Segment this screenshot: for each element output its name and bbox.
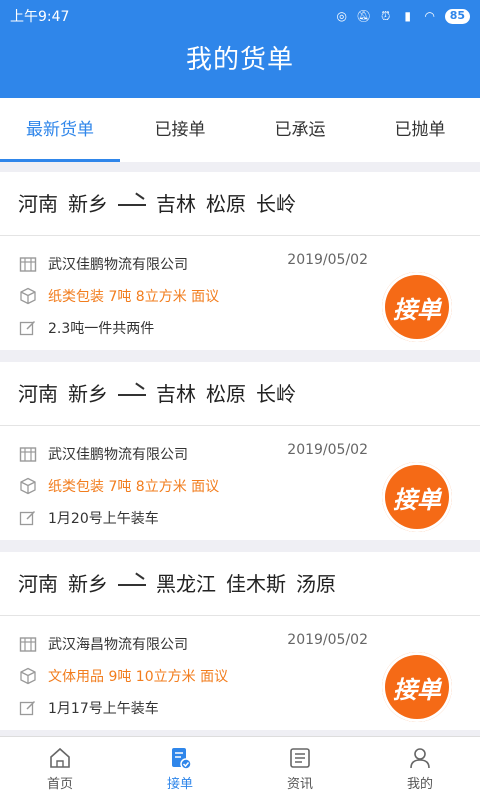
company-name: 武汉海昌物流有限公司 — [48, 637, 188, 653]
tab-carrying[interactable]: 已承运 — [240, 98, 360, 162]
order-note: 2.3吨一件共两件 — [48, 321, 155, 337]
edit-icon — [18, 319, 38, 337]
company-name: 武汉佳鹏物流有限公司 — [48, 447, 188, 463]
home-icon — [50, 747, 70, 768]
route-to-city: 松原 — [206, 191, 246, 216]
nav-news[interactable]: 资讯 — [240, 737, 360, 800]
nav-profile[interactable]: 我的 — [360, 737, 480, 800]
order-route: 河南 新乡 吉林 松原 长岭 — [0, 362, 480, 426]
order-details: 武汉海昌物流有限公司 文体用品 9吨 10立方米 面议 1月17号上午装车 20… — [0, 616, 480, 730]
status-icons: ◎ 🔕︎ ⏰︎ ▮ ◠ 85 — [335, 8, 470, 24]
building-icon — [18, 255, 38, 273]
order-icon — [172, 748, 192, 770]
page-title: 我的货单 — [185, 45, 294, 75]
tab-accepted[interactable]: 已接单 — [120, 98, 240, 162]
tab-bar: 最新货单 已接单 已承运 已抛单 — [0, 98, 480, 162]
route-arrow-icon — [118, 577, 146, 591]
order-note: 1月20号上午装车 — [48, 511, 159, 527]
order-details: 武汉佳鹏物流有限公司 纸类包装 7吨 8立方米 面议 2.3吨一件共两件 201… — [0, 236, 480, 350]
status-bar: 上午9:47 ◎ 🔕︎ ⏰︎ ▮ ◠ 85 — [0, 0, 480, 32]
nav-profile-label: 我的 — [406, 777, 433, 792]
edit-icon — [18, 699, 38, 717]
news-icon — [290, 748, 310, 768]
order-date: 2019/05/02 — [287, 442, 368, 458]
route-arrow-icon — [118, 387, 146, 401]
route-to-city: 松原 — [206, 381, 246, 406]
nav-home-label: 首页 — [46, 777, 73, 792]
route-to-county: 汤原 — [296, 571, 336, 596]
order-card[interactable]: 河南 新乡 吉林 松原 长岭 武汉佳鹏物流有限公司 纸类包装 7吨 8立方米 面… — [0, 172, 480, 350]
company-row: 武汉佳鹏物流有限公司 — [18, 438, 462, 470]
cargo-info: 文体用品 9吨 10立方米 面议 — [48, 669, 229, 685]
app-header: 上午9:47 ◎ 🔕︎ ⏰︎ ▮ ◠ 85 我的货单 — [0, 0, 480, 98]
route-to-county: 长岭 — [256, 191, 296, 216]
order-route: 河南 新乡 黑龙江 佳木斯 汤原 — [0, 552, 480, 616]
building-icon — [18, 635, 38, 653]
alarm-icon: ⏰︎ — [381, 8, 391, 23]
nfc-icon: ◎ — [336, 9, 347, 23]
accept-order-button[interactable]: 接单 — [382, 652, 452, 722]
order-date: 2019/05/02 — [287, 632, 368, 648]
cargo-info: 纸类包装 7吨 8立方米 面议 — [48, 479, 220, 495]
company-name: 武汉佳鹏物流有限公司 — [48, 257, 188, 273]
order-note: 1月17号上午装车 — [48, 701, 159, 717]
nav-home[interactable]: 首页 — [0, 737, 120, 800]
nav-news-label: 资讯 — [286, 777, 313, 792]
status-time: 上午9:47 — [10, 9, 70, 25]
battery-indicator: 85 — [444, 8, 470, 24]
route-from-province: 河南 — [18, 571, 58, 596]
tab-dropped[interactable]: 已抛单 — [360, 98, 480, 162]
package-icon — [18, 477, 38, 495]
route-from-province: 河南 — [18, 191, 58, 216]
route-to-province: 吉林 — [156, 191, 196, 216]
bottom-nav: 首页 接单 资讯 我的 — [0, 736, 480, 800]
route-from-city: 新乡 — [68, 381, 108, 406]
tab-latest[interactable]: 最新货单 — [0, 98, 120, 162]
signal-icon: ▮ — [404, 9, 411, 23]
order-route: 河南 新乡 吉林 松原 长岭 — [0, 172, 480, 236]
package-icon — [18, 667, 38, 685]
order-card[interactable]: 河南 新乡 吉林 松原 长岭 武汉佳鹏物流有限公司 纸类包装 7吨 8立方米 面… — [0, 362, 480, 540]
mute-icon: 🔕︎ — [356, 9, 372, 23]
route-from-province: 河南 — [18, 381, 58, 406]
route-from-city: 新乡 — [68, 571, 108, 596]
route-to-province: 黑龙江 — [156, 571, 216, 596]
order-card[interactable]: 河南 新乡 黑龙江 佳木斯 汤原 武汉海昌物流有限公司 文体用品 9吨 10立方… — [0, 552, 480, 730]
accept-order-button[interactable]: 接单 — [382, 462, 452, 532]
route-arrow-icon — [118, 197, 146, 211]
wifi-icon: ◠ — [424, 9, 435, 23]
package-icon — [18, 287, 38, 305]
route-to-city: 佳木斯 — [226, 571, 286, 596]
route-from-city: 新乡 — [68, 191, 108, 216]
edit-icon — [18, 509, 38, 527]
nav-orders[interactable]: 接单 — [120, 737, 240, 800]
company-row: 武汉佳鹏物流有限公司 — [18, 248, 462, 280]
order-details: 武汉佳鹏物流有限公司 纸类包装 7吨 8立方米 面议 1月20号上午装车 201… — [0, 426, 480, 540]
order-date: 2019/05/02 — [287, 252, 368, 268]
company-row: 武汉海昌物流有限公司 — [18, 628, 462, 660]
route-to-county: 长岭 — [256, 381, 296, 406]
building-icon — [18, 445, 38, 463]
accept-order-button[interactable]: 接单 — [382, 272, 452, 342]
nav-orders-label: 接单 — [166, 777, 193, 792]
cargo-info: 纸类包装 7吨 8立方米 面议 — [48, 289, 220, 305]
route-to-province: 吉林 — [156, 381, 196, 406]
user-icon — [410, 748, 430, 769]
order-list: 河南 新乡 吉林 松原 长岭 武汉佳鹏物流有限公司 纸类包装 7吨 8立方米 面… — [0, 172, 480, 742]
